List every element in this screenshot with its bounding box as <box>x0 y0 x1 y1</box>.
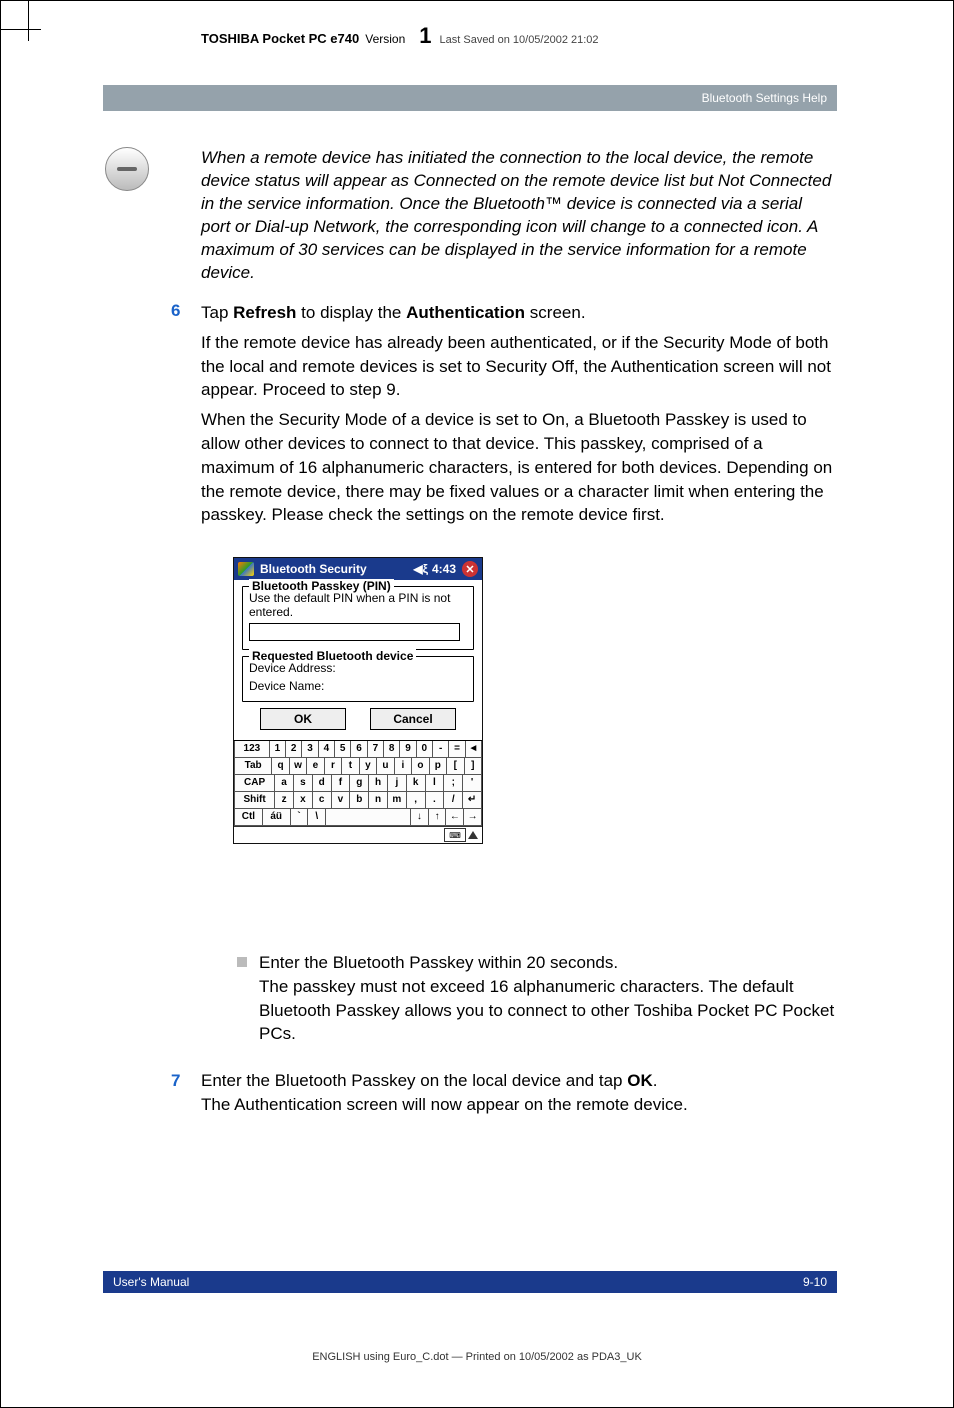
page-footer-bar: User's Manual 9-10 <box>103 1271 837 1293</box>
print-footer: ENGLISH using Euro_C.dot — Printed on 10… <box>1 1351 953 1363</box>
dialog-body: Bluetooth Passkey (PIN) Use the default … <box>234 580 482 740</box>
step-7-para: The Authentication screen will now appea… <box>201 1093 837 1117</box>
bullet-line2: The passkey must not exceed 16 alphanume… <box>259 975 839 1046</box>
requested-groupbox: Requested Bluetooth device Device Addres… <box>242 656 474 702</box>
step-7-sentence: Enter the Bluetooth Passkey on the local… <box>201 1069 837 1093</box>
step-6-para2: When the Security Mode of a device is se… <box>201 408 837 527</box>
soft-keyboard[interactable]: 1231234567890-=◄ Tabqwertyuiop[] CAPasdf… <box>234 740 482 826</box>
step-number: 6 <box>171 301 180 321</box>
sip-menu-icon[interactable] <box>468 831 478 839</box>
window-title: Bluetooth Security <box>260 562 367 576</box>
section-heading-bar: Bluetooth Settings Help <box>103 85 837 111</box>
pin-groupbox: Bluetooth Passkey (PIN) Use the default … <box>242 586 474 650</box>
version-label: Version <box>365 32 405 46</box>
version-number: 1 <box>419 23 431 49</box>
kbd-row-2[interactable]: Tabqwertyuiop[] <box>234 758 482 775</box>
footer-right: 9-10 <box>803 1275 827 1289</box>
device-name-label: Device Name: <box>249 679 467 693</box>
product-name: TOSHIBA Pocket PC e740 <box>201 31 359 46</box>
step-number: 7 <box>171 1069 180 1093</box>
device-screenshot: Bluetooth Security ◀ξ 4:43 ✕ Bluetooth P… <box>233 557 483 844</box>
step-6-block: 6 Tap Refresh to display the Authenticat… <box>201 301 837 527</box>
note-icon <box>105 147 149 191</box>
pin-hint: Use the default PIN when a PIN is not en… <box>249 591 467 619</box>
crop-mark <box>28 1 29 41</box>
close-icon[interactable]: ✕ <box>462 561 478 577</box>
running-header: TOSHIBA Pocket PC e740 Version 1 Last Sa… <box>201 23 853 49</box>
bullet-line1: Enter the Bluetooth Passkey within 20 se… <box>259 951 839 975</box>
start-flag-icon[interactable] <box>238 562 254 576</box>
note-paragraph: When a remote device has initiated the c… <box>201 147 833 285</box>
ok-button[interactable]: OK <box>260 708 346 730</box>
footer-left: User's Manual <box>113 1275 189 1289</box>
kbd-row-4[interactable]: Shiftzxcvbnm,./↵ <box>234 792 482 809</box>
requested-legend: Requested Bluetooth device <box>249 649 416 663</box>
crop-mark <box>1 29 41 30</box>
pin-input[interactable] <box>249 623 460 641</box>
titlebar: Bluetooth Security ◀ξ 4:43 ✕ <box>234 558 482 580</box>
section-heading-text: Bluetooth Settings Help <box>702 91 827 105</box>
cancel-button[interactable]: Cancel <box>370 708 456 730</box>
device-address-label: Device Address: <box>249 661 467 675</box>
dialog-button-row: OK Cancel <box>242 708 474 730</box>
document-page: TOSHIBA Pocket PC e740 Version 1 Last Sa… <box>0 0 954 1408</box>
kbd-row-5[interactable]: Ctláü`\↓↑←→ <box>234 809 482 826</box>
square-bullet-icon <box>237 957 247 967</box>
sip-toggle-icon[interactable]: ⌨ <box>444 828 466 842</box>
step-7-block: 7 Enter the Bluetooth Passkey on the loc… <box>201 1069 837 1117</box>
sip-footer: ⌨ <box>234 826 482 843</box>
kbd-row-1[interactable]: 1231234567890-=◄ <box>234 741 482 758</box>
volume-icon[interactable]: ◀ξ <box>413 562 428 576</box>
clock[interactable]: 4:43 <box>432 562 456 576</box>
pin-legend: Bluetooth Passkey (PIN) <box>249 579 394 593</box>
step-6-sentence: Tap Refresh to display the Authenticatio… <box>201 301 837 325</box>
kbd-row-3[interactable]: CAPasdfghjkl;' <box>234 775 482 792</box>
saved-date: Last Saved on 10/05/2002 21:02 <box>440 34 599 46</box>
bullet-block: Enter the Bluetooth Passkey within 20 se… <box>259 951 839 1046</box>
step-6-para1: If the remote device has already been au… <box>201 331 837 402</box>
